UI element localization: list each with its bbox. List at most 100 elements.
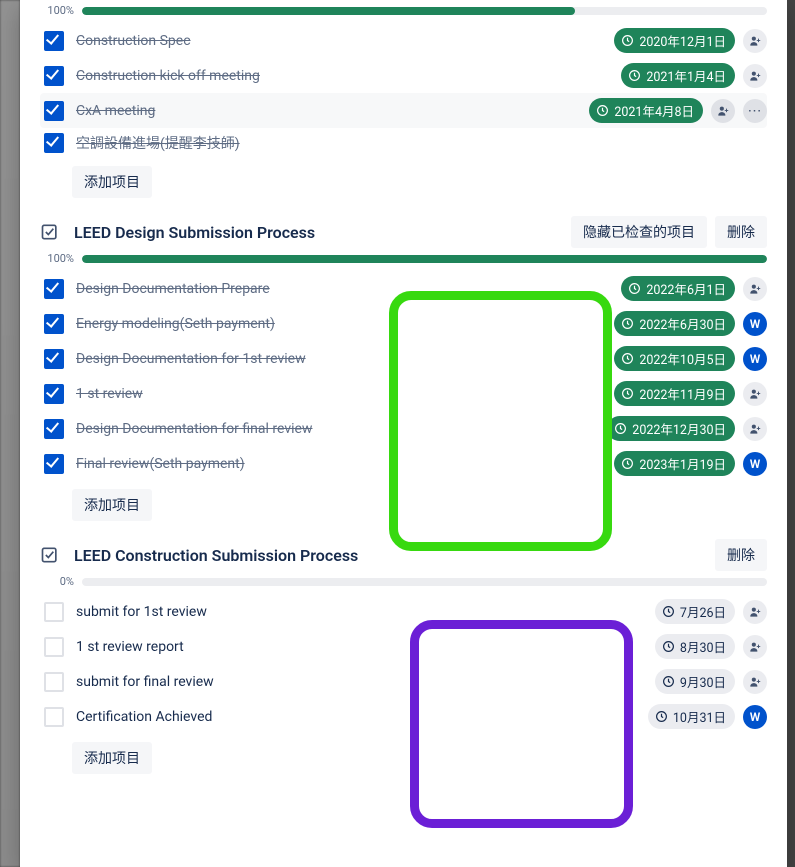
add-item-button[interactable]: 添加项目 [72, 166, 152, 198]
checklist-item: 1 st review 2022年11月9日 [40, 376, 767, 411]
checklist-item: 1 st review report 8月30日 [40, 629, 767, 664]
item-checkbox[interactable] [44, 66, 64, 86]
checklist-icon [40, 545, 60, 565]
checklist-item: Final review(Seth payment) 2023年1月19日 W [40, 446, 767, 481]
due-date-pill[interactable]: 2020年12月1日 [614, 28, 735, 53]
item-checkbox[interactable] [44, 349, 64, 369]
checklist-item: submit for final review 9月30日 [40, 664, 767, 699]
item-checkbox[interactable] [44, 419, 64, 439]
progress-percent: 0% [40, 575, 74, 588]
due-date-pill[interactable]: 8月30日 [655, 634, 735, 659]
item-label[interactable]: 空調設備進場(提醒李技師) [76, 133, 755, 153]
item-checkbox[interactable] [44, 602, 64, 622]
due-date-text: 2022年6月30日 [639, 314, 726, 333]
due-date-text: 2021年4月8日 [614, 101, 694, 120]
item-more-menu[interactable]: ⋯ [743, 99, 767, 123]
item-checkbox[interactable] [44, 672, 64, 692]
due-date-text: 2020年12月1日 [639, 31, 726, 50]
checklist-section: 100%Construction Spec2020年12月1日Construct… [20, 4, 787, 198]
assign-member-icon[interactable] [743, 382, 767, 406]
due-date-text: 9月30日 [680, 672, 726, 691]
hide-checked-button[interactable]: 隐藏已检查的项目 [571, 216, 707, 248]
due-date-pill[interactable]: 2022年12月30日 [607, 416, 735, 441]
item-checkbox[interactable] [44, 707, 64, 727]
avatar[interactable]: W [743, 452, 767, 476]
due-date-text: 2022年12月30日 [632, 419, 726, 438]
assign-member-icon[interactable] [743, 277, 767, 301]
due-date-pill[interactable]: 2023年1月19日 [614, 451, 735, 476]
checklist-title[interactable]: LEED Design Submission Process [74, 223, 557, 242]
due-date-pill[interactable]: 2021年1月4日 [621, 63, 735, 88]
due-date-pill[interactable]: 7月26日 [655, 599, 735, 624]
due-date-text: 2022年6月1日 [646, 279, 726, 298]
progress-percent: 100% [40, 252, 74, 265]
checklist-item: Design Documentation for 1st review 2022年… [40, 341, 767, 376]
avatar[interactable]: W [743, 347, 767, 371]
item-label[interactable]: Construction Spec [76, 33, 602, 49]
due-date-text: 10月31日 [673, 707, 726, 726]
due-date-text: 7月26日 [680, 602, 726, 621]
due-date-text: 2022年10月5日 [639, 349, 726, 368]
item-label[interactable]: 1 st review [76, 386, 602, 402]
item-checkbox[interactable] [44, 101, 64, 121]
assign-member-icon[interactable] [743, 670, 767, 694]
checklist-item: Design Documentation for final review 202… [40, 411, 767, 446]
due-date-pill[interactable]: 10月31日 [648, 704, 735, 729]
item-label[interactable]: 1 st review report [76, 639, 643, 655]
due-date-pill[interactable]: 2022年11月9日 [614, 381, 735, 406]
checklist-item: 空調設備進場(提醒李技師) [40, 128, 767, 158]
item-label[interactable]: Energy modeling(Seth payment) [76, 316, 602, 332]
checklist-item: Certification Achieved 10月31日 W [40, 699, 767, 734]
due-date-text: 2022年11月9日 [639, 384, 726, 403]
checklist-item: Construction Spec 2020年12月1日 [40, 23, 767, 58]
checklist-item: CxA meeting 2021年4月8日 ⋯ [40, 93, 767, 128]
assign-member-icon[interactable] [743, 29, 767, 53]
due-date-pill[interactable]: 2022年6月1日 [621, 276, 735, 301]
item-label[interactable]: Design Documentation for 1st review [76, 351, 602, 367]
item-label[interactable]: Construction kick off meeting [76, 68, 609, 84]
due-date-pill[interactable]: 9月30日 [655, 669, 735, 694]
due-date-text: 2023年1月19日 [639, 454, 726, 473]
item-label[interactable]: Design Documentation Prepare [76, 281, 609, 297]
assign-member-icon[interactable] [711, 99, 735, 123]
checklist-section: LEED Construction Submission Process 删除 0%… [20, 539, 787, 774]
assign-member-icon[interactable] [743, 64, 767, 88]
due-date-text: 2021年1月4日 [646, 66, 726, 85]
item-checkbox[interactable] [44, 384, 64, 404]
item-label[interactable]: Design Documentation for final review [76, 421, 595, 437]
due-date-pill[interactable]: 2022年10月5日 [614, 346, 735, 371]
checklist-section: LEED Design Submission Process 隐藏已检查的项目删除… [20, 216, 787, 521]
item-checkbox[interactable] [44, 637, 64, 657]
item-label[interactable]: Certification Achieved [76, 709, 636, 725]
item-checkbox[interactable] [44, 133, 64, 153]
checklist-title[interactable]: LEED Construction Submission Process [74, 546, 701, 565]
assign-member-icon[interactable] [743, 417, 767, 441]
due-date-text: 8月30日 [680, 637, 726, 656]
item-label[interactable]: submit for 1st review [76, 604, 643, 620]
progress-bar: 0% [40, 575, 767, 588]
item-checkbox[interactable] [44, 279, 64, 299]
progress-percent: 100% [40, 4, 74, 17]
add-item-button[interactable]: 添加项目 [72, 742, 152, 774]
progress-bar: 100% [40, 252, 767, 265]
due-date-pill[interactable]: 2021年4月8日 [589, 98, 703, 123]
item-label[interactable]: Final review(Seth payment) [76, 456, 602, 472]
delete-checklist-button[interactable]: 删除 [715, 539, 767, 571]
item-label[interactable]: submit for final review [76, 674, 643, 690]
checklist-item: submit for 1st review 7月26日 [40, 594, 767, 629]
delete-checklist-button[interactable]: 删除 [715, 216, 767, 248]
progress-bar: 100% [40, 4, 767, 17]
item-label[interactable]: CxA meeting [76, 103, 577, 119]
checklist-item: Construction kick off meeting 2021年1月4日 [40, 58, 767, 93]
add-item-button[interactable]: 添加项目 [72, 489, 152, 521]
assign-member-icon[interactable] [743, 600, 767, 624]
checklist-icon [40, 222, 60, 242]
checklist-item: Energy modeling(Seth payment) 2022年6月30日 W [40, 306, 767, 341]
due-date-pill[interactable]: 2022年6月30日 [614, 311, 735, 336]
item-checkbox[interactable] [44, 314, 64, 334]
assign-member-icon[interactable] [743, 635, 767, 659]
avatar[interactable]: W [743, 705, 767, 729]
avatar[interactable]: W [743, 312, 767, 336]
item-checkbox[interactable] [44, 31, 64, 51]
item-checkbox[interactable] [44, 454, 64, 474]
